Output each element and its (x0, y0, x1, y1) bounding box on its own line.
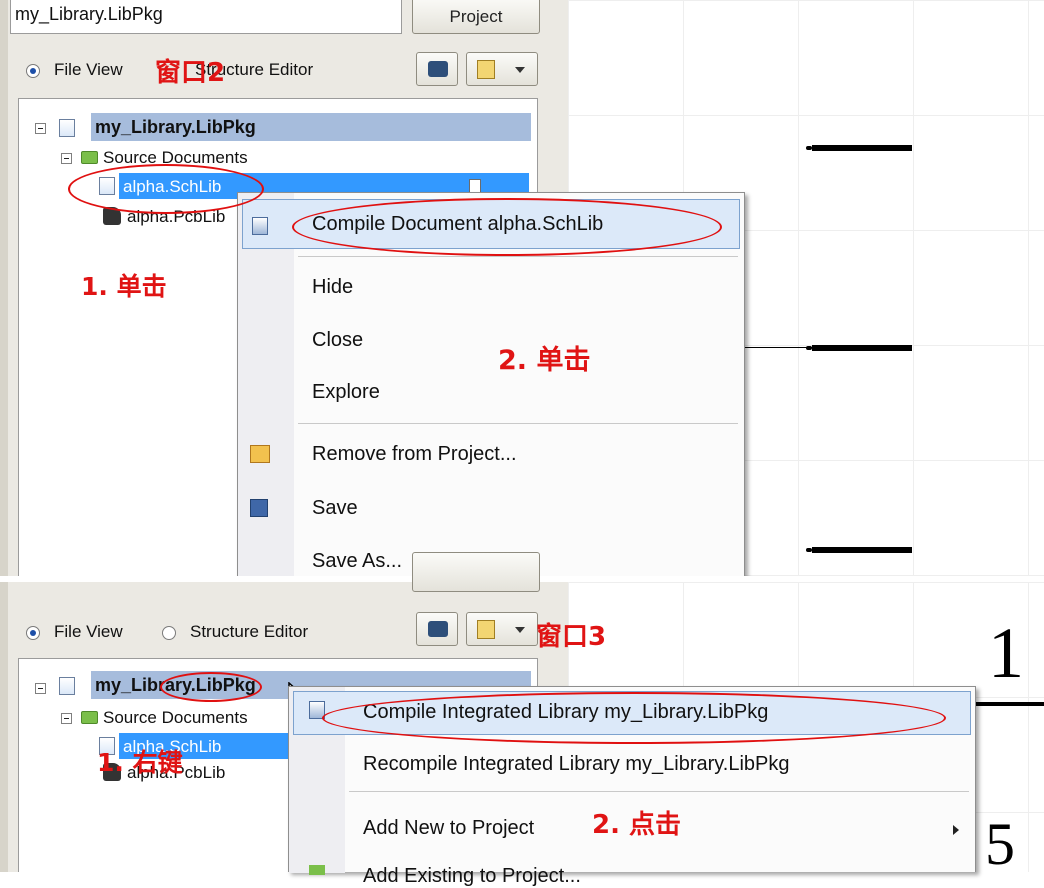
tree-root-expander[interactable] (35, 123, 46, 134)
menu-item-save-as[interactable]: Save As... (312, 550, 402, 573)
project-button-edge[interactable] (412, 552, 540, 592)
menu-item-explore[interactable]: Explore (312, 381, 380, 404)
annotation-step-1: 1. 右键 (97, 748, 183, 777)
modified-icon (469, 179, 481, 193)
menu-item-close[interactable]: Close (312, 329, 363, 352)
chevron-down-icon (515, 627, 525, 633)
menu-icon-gutter (238, 193, 294, 579)
file-view-label[interactable]: File View (54, 622, 123, 642)
add-existing-icon (309, 865, 325, 875)
top-screenshot: my_Library.LibPkg Project File View Stru… (0, 0, 1044, 579)
tree-root-label: my_Library.LibPkg (95, 117, 256, 137)
file-view-radio[interactable] (26, 626, 40, 640)
annotation-window-3: 窗口3 (536, 622, 607, 652)
menu-separator (298, 423, 738, 424)
document-icon (477, 60, 495, 79)
annotation-circle-compile-integrated (322, 692, 946, 744)
schematic-label-5: 5 (985, 811, 1015, 877)
tree-folder-expander[interactable] (61, 713, 72, 724)
annotation-circle-compile (292, 198, 722, 256)
document-icon (477, 620, 495, 639)
panel-left-edge (0, 582, 8, 872)
annotation-step-2: 2. 单击 (498, 345, 591, 376)
compile-icon (252, 217, 268, 235)
document-options-dropdown[interactable] (466, 612, 538, 646)
save-icon (250, 499, 268, 517)
menu-item-save[interactable]: Save (312, 497, 358, 520)
structure-editor-radio[interactable] (162, 626, 176, 640)
project-button-label: Project (449, 7, 503, 26)
tree-folder-label[interactable]: Source Documents (103, 708, 248, 728)
chevron-down-icon (515, 67, 525, 73)
project-button[interactable]: Project (412, 0, 540, 34)
remove-icon (250, 445, 270, 463)
chevron-right-icon (953, 825, 959, 835)
schematic-pin[interactable] (806, 547, 912, 553)
annotation-step-1: 1. 单击 (81, 272, 167, 301)
structure-editor-label[interactable]: Structure Editor (190, 622, 308, 642)
menu-item-add-existing-to-project[interactable]: Add Existing to Project... (363, 865, 581, 888)
annotation-circle-libpkg (160, 672, 262, 702)
schematic-pin[interactable] (806, 145, 912, 151)
menu-item-recompile-integrated-library[interactable]: Recompile Integrated Library my_Library.… (363, 753, 790, 776)
document-options-dropdown[interactable] (466, 52, 538, 86)
book-icon (428, 621, 448, 637)
menu-item-add-new-to-project[interactable]: Add New to Project (363, 817, 534, 840)
folder-icon (81, 711, 98, 724)
bottom-screenshot: 1 5 File View Structure Editor my_Librar… (0, 552, 1044, 887)
libpkg-icon (59, 677, 75, 695)
tree-folder-expander[interactable] (61, 153, 72, 164)
view-toggle-button[interactable] (416, 612, 458, 646)
schematic-wire (738, 347, 812, 348)
menu-separator (349, 791, 969, 792)
annotation-circle-schlib (68, 164, 264, 214)
tree-root-expander[interactable] (35, 683, 46, 694)
annotation-step-2: 2. 点击 (592, 810, 682, 840)
file-view-label[interactable]: File View (54, 60, 123, 80)
view-toggle-button[interactable] (416, 52, 458, 86)
annotation-window-2: 窗口2 (155, 58, 226, 88)
schematic-pin[interactable] (806, 345, 912, 351)
menu-separator (298, 256, 738, 257)
book-icon (428, 61, 448, 77)
file-view-radio[interactable] (26, 64, 40, 78)
schematic-label-1: 1 (988, 613, 1024, 693)
menu-item-hide[interactable]: Hide (312, 276, 353, 299)
panel-left-edge (0, 0, 8, 578)
project-field-value: my_Library.LibPkg (15, 4, 163, 24)
schematic-pin (975, 702, 1044, 706)
folder-icon (81, 151, 98, 164)
project-field[interactable]: my_Library.LibPkg (10, 0, 402, 34)
libpkg-icon (59, 119, 75, 137)
menu-item-remove-from-project[interactable]: Remove from Project... (312, 443, 517, 466)
